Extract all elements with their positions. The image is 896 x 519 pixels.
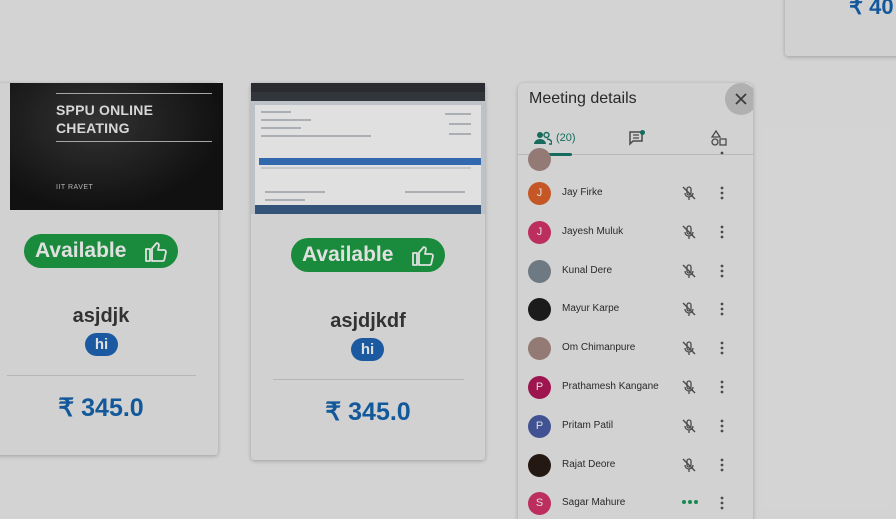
mic-off-icon[interactable]: [681, 263, 697, 279]
more-options-icon[interactable]: [716, 301, 728, 317]
avatar: J: [528, 220, 551, 244]
more-options-icon[interactable]: [716, 185, 728, 201]
participant-row[interactable]: P Prathamesh Kangane: [518, 368, 753, 407]
panel-title: Meeting details: [529, 90, 637, 107]
availability-label: Available: [302, 243, 394, 266]
avatar: [528, 259, 551, 283]
speaking-indicator-icon: [682, 500, 698, 505]
mic-off-icon[interactable]: [681, 224, 697, 240]
avatar: [528, 453, 551, 477]
people-icon: [534, 131, 552, 145]
card-thumbnail: [251, 83, 485, 214]
avatar: J: [528, 182, 551, 205]
participant-row[interactable]: Mayur Karpe: [518, 290, 753, 329]
participant-name: Sagar Mahure: [562, 497, 626, 509]
more-options-icon[interactable]: [716, 495, 728, 511]
more-options-icon[interactable]: [716, 263, 728, 279]
participant-row[interactable]: Om Chimanpure: [518, 329, 753, 368]
participant-name: Prathamesh Kangane: [562, 381, 659, 392]
thumbs-up-icon: [412, 246, 434, 266]
tag-chip: hi: [351, 338, 384, 361]
avatar: P: [528, 414, 551, 438]
divider: [273, 379, 464, 380]
card-title: asjdjkdf: [330, 310, 406, 332]
thumbs-up-icon: [145, 242, 167, 262]
mic-off-icon[interactable]: [681, 340, 697, 356]
more-options-icon[interactable]: [716, 379, 728, 395]
avatar: S: [528, 492, 551, 516]
activities-icon: [711, 130, 727, 146]
more-options-icon[interactable]: [716, 340, 728, 356]
participant-row[interactable]: S Sagar Mahure: [518, 484, 753, 519]
availability-badge: Available: [24, 234, 178, 268]
participant-row[interactable]: Kunal Dere: [518, 252, 753, 291]
divider: [7, 375, 196, 376]
people-count: (20): [556, 132, 576, 144]
more-options-icon[interactable]: [716, 457, 728, 473]
meeting-details-panel: Meeting details (20) J Jay Firke J Jayesh M…: [518, 83, 753, 519]
participant-row[interactable]: Rajat Deore: [518, 446, 753, 485]
more-options-icon[interactable]: [716, 418, 728, 434]
close-button[interactable]: [725, 83, 753, 115]
card-title: asjdjk: [72, 305, 130, 327]
more-options-icon[interactable]: [716, 224, 728, 240]
more-options-icon[interactable]: [716, 150, 728, 166]
mic-off-icon[interactable]: [681, 418, 697, 434]
mic-off-icon[interactable]: [681, 301, 697, 317]
availability-label: Available: [35, 239, 127, 262]
price-label: ₹ 40: [849, 0, 894, 19]
participant-name: Mayur Karpe: [562, 303, 620, 315]
tag-chip: hi: [85, 333, 118, 356]
close-icon: [735, 93, 747, 105]
thumbnail-subtitle: IIT RAVET: [56, 184, 94, 191]
participant-row[interactable]: P Pritam Patil: [518, 407, 753, 446]
product-card-partial[interactable]: ₹ 40: [785, 0, 896, 56]
participant-name: Pritam Patil: [562, 419, 614, 431]
participant-row[interactable]: J Jay Firke: [518, 174, 753, 213]
participant-name: Jay Firke: [562, 187, 603, 198]
mic-off-icon[interactable]: [681, 379, 697, 395]
price-label: ₹ 345.0: [325, 398, 411, 426]
participant-name: Kunal Dere: [562, 264, 613, 276]
participant-name: Om Chimanpure: [562, 342, 636, 354]
avatar: [528, 337, 551, 361]
card-thumbnail: SPPU ONLINE CHEATING IIT RAVET: [10, 83, 223, 210]
tab-chat[interactable]: [628, 121, 646, 155]
thumbnail-title: SPPU ONLINE CHEATING: [56, 102, 154, 136]
participant-name: Jayesh Muluk: [562, 225, 624, 237]
avatar: P: [528, 376, 551, 399]
price-label: ₹ 345.0: [58, 394, 144, 422]
avatar: [528, 148, 551, 171]
mic-off-icon[interactable]: [681, 185, 697, 201]
participant-row[interactable]: J Jayesh Muluk: [518, 213, 753, 252]
avatar: [528, 298, 551, 322]
participant-name: Rajat Deore: [562, 458, 616, 470]
availability-badge: Available: [291, 238, 445, 272]
mic-off-icon[interactable]: [681, 457, 697, 473]
chat-icon: [629, 130, 645, 146]
